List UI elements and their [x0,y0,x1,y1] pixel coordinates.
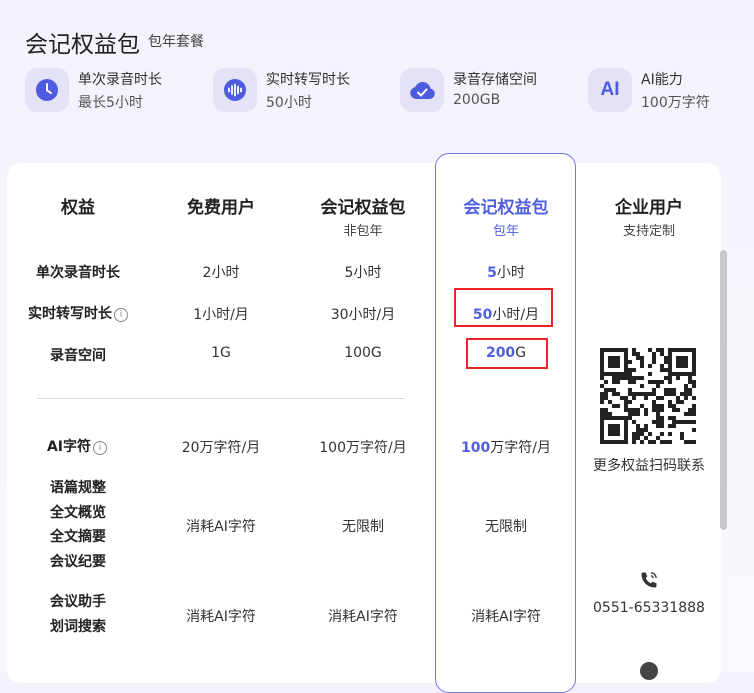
cell-nonyear-text-features: 无限制 [342,519,384,535]
cell-yearly-ai: 100万字符/月 [461,440,551,456]
row-label-storage: 录音空间 [50,348,106,364]
info-icon[interactable]: i [93,441,108,455]
page-title: 会记权益包 [25,32,140,58]
cell-free-duration: 2小时 [202,265,240,281]
qr-caption: 更多权益扫码联系 [593,458,705,474]
feature-label: 录音存储空间 [453,72,537,88]
scrollbar-thumb[interactable] [720,250,727,530]
audio-wave-icon [213,68,257,112]
cell-nonyear-transcribe: 30小时/月 [330,307,396,323]
feature-label: 单次录音时长 [78,72,162,88]
phone-number[interactable]: 0551-65331888 [593,600,705,616]
col-header-free: 免费用户 [187,198,255,218]
feature-value: 50小时 [266,95,312,111]
cell-free-text-features: 消耗AI字符 [186,519,256,535]
cell-yearly-duration: 5小时 [487,265,525,281]
col-header-benefit: 权益 [61,198,95,218]
feature-label: 实时转写时长 [266,72,350,88]
ai-icon: AI [588,68,632,112]
clock-icon [25,68,69,112]
page-subtitle: 包年套餐 [148,34,204,50]
row-label-ai: AI字符 i [47,436,108,456]
cell-nonyear-assistant: 消耗AI字符 [328,609,398,625]
cell-free-assistant: 消耗AI字符 [186,609,256,625]
feature-value: 200GB [453,92,501,108]
row-label-transcribe: 实时转写时长 i [28,303,128,323]
more-icon [640,662,658,680]
cell-nonyear-duration: 5小时 [344,265,382,281]
cell-free-ai: 20万字符/月 [181,440,261,456]
col-subheader-yearly: 包年 [492,224,520,239]
cell-free-storage: 1G [211,345,231,361]
col-header-nonyear: 会记权益包 [320,198,406,218]
feature-value: 最长5小时 [78,95,143,111]
highlight-box-transcribe [454,288,553,327]
section-divider [37,398,405,399]
col-header-yearly: 会记权益包 [463,198,549,218]
cell-yearly-text-features: 无限制 [485,519,527,535]
feature-value: 100万字符 [641,95,710,111]
cell-free-transcribe: 1小时/月 [193,307,249,323]
cell-yearly-assistant: 消耗AI字符 [471,609,541,625]
col-header-enterprise: 企业用户 [615,198,683,218]
cell-nonyear-storage: 100G [344,345,382,361]
highlight-box-storage [466,338,548,369]
phone-icon[interactable] [639,570,659,594]
info-icon[interactable]: i [114,308,128,322]
row-label-assistant-features: 会议助手 划词搜索 [50,594,106,635]
qr-code [600,348,696,448]
col-subheader-enterprise: 支持定制 [622,224,676,239]
feature-label: AI能力 [641,72,683,88]
col-subheader-nonyear: 非包年 [343,224,383,239]
cloud-check-icon [400,68,444,112]
row-label-text-features: 语篇规整 全文概览 全文摘要 会议纪要 [50,480,106,570]
row-label-duration: 单次录音时长 [36,265,120,281]
cell-nonyear-ai: 100万字符/月 [319,440,407,456]
